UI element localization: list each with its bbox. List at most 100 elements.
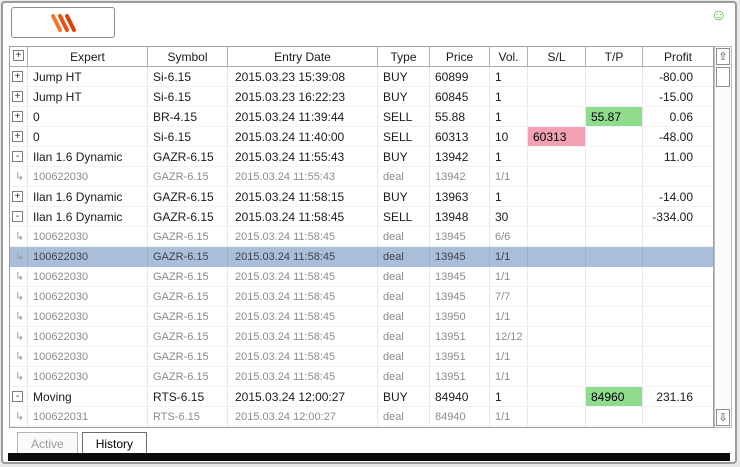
cell-entry-date: 2015.03.24 11:58:45 (228, 227, 378, 247)
table-row[interactable]: -MovingRTS-6.152015.03.24 12:00:27BUY849… (10, 387, 713, 407)
table-row[interactable]: ↳100622030GAZR-6.152015.03.24 11:58:45de… (10, 347, 713, 367)
cell-price: 13945 (430, 247, 490, 267)
cell-expert: Ilan 1.6 Dynamic (28, 207, 148, 227)
expand-button[interactable]: + (12, 111, 23, 122)
cell-symbol: GAZR-6.15 (148, 367, 228, 387)
col-symbol[interactable]: Symbol (148, 47, 228, 67)
cell-vol: 1 (490, 107, 528, 127)
cell-price: 60313 (430, 127, 490, 147)
cell-vol: 1 (490, 147, 528, 167)
deal-indent-icon: ↳ (12, 267, 27, 287)
deal-indent-icon: ↳ (12, 327, 27, 347)
tab-active[interactable]: Active (17, 432, 78, 455)
col-type[interactable]: Type (378, 47, 430, 67)
cell-expand: ↳ (10, 287, 28, 307)
expand-button[interactable]: - (12, 211, 23, 222)
col-vol[interactable]: Vol. (490, 47, 528, 67)
deal-indent-icon: ↳ (12, 367, 27, 387)
cell-sl (528, 307, 586, 327)
cell-expert: 100622030 (28, 227, 148, 247)
cell-expand: ↳ (10, 327, 28, 347)
table-row[interactable]: ↳100622030GAZR-6.152015.03.24 11:55:43de… (10, 167, 713, 187)
expand-button[interactable]: + (12, 91, 23, 102)
cell-vol: 1/1 (490, 347, 528, 367)
table-row[interactable]: +0BR-4.152015.03.24 11:39:44SELL55.88155… (10, 107, 713, 127)
cell-tp (586, 187, 643, 207)
cell-symbol: GAZR-6.15 (148, 147, 228, 167)
cell-expand: - (10, 207, 28, 227)
expand-button[interactable]: + (12, 71, 23, 82)
col-price[interactable]: Price (430, 47, 490, 67)
cell-sl (528, 367, 586, 387)
table-row[interactable]: ↳100622030GAZR-6.152015.03.24 11:58:45de… (10, 227, 713, 247)
expand-button[interactable]: + (12, 191, 23, 202)
cell-sl (528, 387, 586, 407)
col-sl[interactable]: S/L (528, 47, 586, 67)
col-expert[interactable]: Expert (28, 47, 148, 67)
vertical-scrollbar[interactable]: ⇧ ⇩ (714, 46, 732, 428)
expand-button[interactable]: - (12, 391, 23, 402)
cell-symbol: RTS-6.15 (148, 387, 228, 407)
cell-sl (528, 327, 586, 347)
cell-expert: Ilan 1.6 Dynamic (28, 187, 148, 207)
cell-tp (586, 67, 643, 87)
table-row[interactable]: -Ilan 1.6 DynamicGAZR-6.152015.03.24 11:… (10, 147, 713, 167)
tab-history[interactable]: History (82, 432, 147, 455)
scroll-thumb[interactable] (716, 67, 730, 87)
col-profit[interactable]: Profit (643, 47, 713, 67)
cell-price: 13963 (430, 187, 490, 207)
cell-price: 13951 (430, 327, 490, 347)
cell-expert: 100622030 (28, 347, 148, 367)
cell-expert: 100622030 (28, 287, 148, 307)
cell-type: SELL (378, 127, 430, 147)
table-row[interactable]: ↳100622030GAZR-6.152015.03.24 11:58:45de… (10, 267, 713, 287)
cell-profit (643, 227, 713, 247)
table-row[interactable]: +Ilan 1.6 DynamicGAZR-6.152015.03.24 11:… (10, 187, 713, 207)
expand-button[interactable]: + (12, 131, 23, 142)
cell-expand: ↳ (10, 407, 28, 427)
cell-type: BUY (378, 187, 430, 207)
cell-symbol: GAZR-6.15 (148, 227, 228, 247)
cell-price: 13945 (430, 267, 490, 287)
table-row[interactable]: ↳100622030GAZR-6.152015.03.24 11:58:45de… (10, 367, 713, 387)
cell-tp (586, 327, 643, 347)
cell-vol: 1/1 (490, 307, 528, 327)
table-row[interactable]: -Ilan 1.6 DynamicGAZR-6.152015.03.24 11:… (10, 207, 713, 227)
cell-expand: ↳ (10, 367, 28, 387)
cell-symbol: GAZR-6.15 (148, 267, 228, 287)
expand-all-button[interactable]: + (13, 50, 24, 61)
cell-tp (586, 287, 643, 307)
cell-expert: 0 (28, 127, 148, 147)
expand-button[interactable]: - (12, 151, 23, 162)
table-row[interactable]: +0Si-6.152015.03.24 11:40:00SELL60313106… (10, 127, 713, 147)
table-row[interactable]: ↳100622030GAZR-6.152015.03.24 11:58:45de… (10, 247, 713, 267)
table-row[interactable]: ↳100622031RTS-6.152015.03.24 12:00:27dea… (10, 407, 713, 427)
toolbar-tab[interactable] (11, 7, 115, 38)
table-row[interactable]: +Jump HTSi-6.152015.03.23 15:39:08BUY608… (10, 67, 713, 87)
cell-expert: 100622030 (28, 327, 148, 347)
cell-entry-date: 2015.03.24 11:58:45 (228, 267, 378, 287)
cell-symbol: GAZR-6.15 (148, 287, 228, 307)
cell-price: 13950 (430, 307, 490, 327)
scroll-down-button[interactable]: ⇩ (716, 409, 730, 426)
col-entry-date[interactable]: Entry Date (228, 47, 378, 67)
cell-price: 13945 (430, 227, 490, 247)
cell-vol: 1/1 (490, 407, 528, 427)
cell-sl (528, 87, 586, 107)
cell-expert: 0 (28, 107, 148, 127)
col-tp[interactable]: T/P (586, 47, 643, 67)
scroll-up-button[interactable]: ⇧ (716, 48, 730, 65)
cell-type: BUY (378, 67, 430, 87)
cell-price: 13942 (430, 167, 490, 187)
cell-sl: 60313 (528, 127, 586, 147)
cell-profit (643, 407, 713, 427)
table-row[interactable]: +Jump HTSi-6.152015.03.23 16:22:23BUY608… (10, 87, 713, 107)
cell-type: deal (378, 227, 430, 247)
cell-profit: 231.16 (643, 387, 713, 407)
table-row[interactable]: ↳100622030GAZR-6.152015.03.24 11:58:45de… (10, 307, 713, 327)
table-row[interactable]: ↳100622030GAZR-6.152015.03.24 11:58:45de… (10, 327, 713, 347)
cell-vol: 6/6 (490, 227, 528, 247)
cell-tp (586, 407, 643, 427)
table-row[interactable]: ↳100622030GAZR-6.152015.03.24 11:58:45de… (10, 287, 713, 307)
cell-vol: 30 (490, 207, 528, 227)
